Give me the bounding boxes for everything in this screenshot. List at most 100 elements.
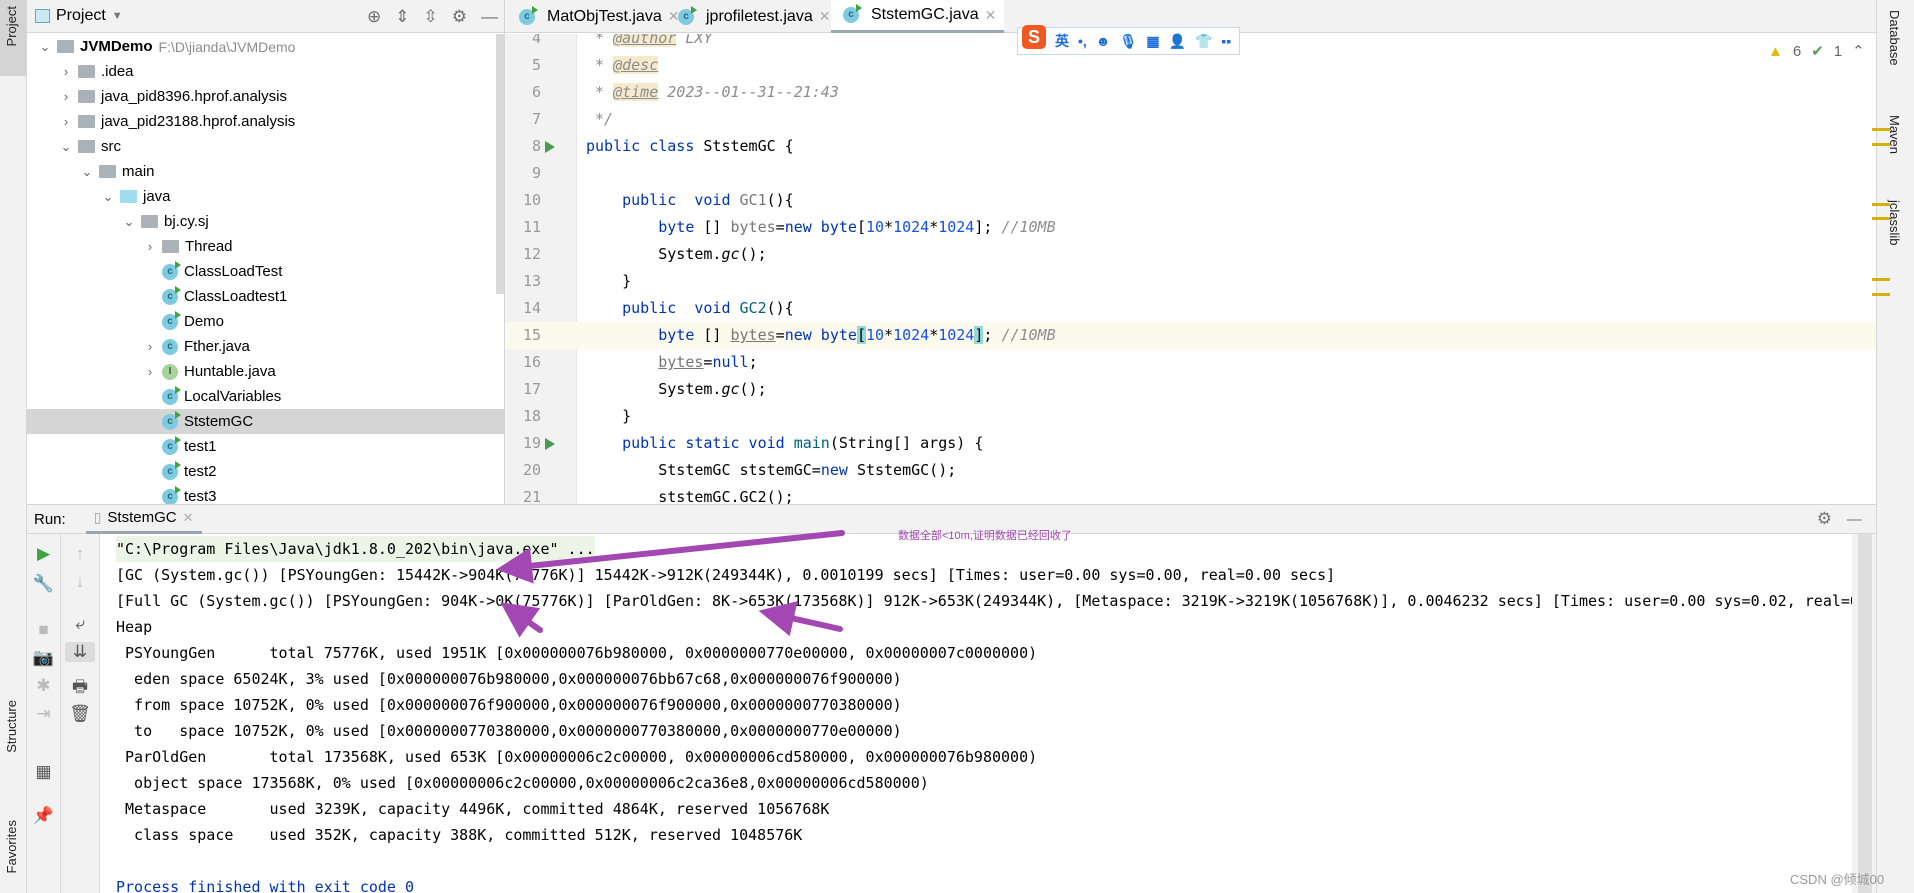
- tree-item[interactable]: c StstemGC: [27, 409, 504, 434]
- run-tab-ststemgc[interactable]: ▯ StstemGC ✕: [85, 504, 202, 534]
- tree-item[interactable]: ⌄ bj.cy.sj: [27, 209, 504, 234]
- chevron-right-icon[interactable]: ›: [142, 239, 158, 254]
- tree-item[interactable]: › I Huntable.java: [27, 359, 504, 384]
- gear-icon[interactable]: ⚙: [452, 7, 467, 27]
- tree-item[interactable]: c test1: [27, 434, 504, 459]
- maven-tool-button[interactable]: Maven: [1887, 115, 1902, 154]
- ime-punctuation[interactable]: •,: [1078, 33, 1087, 49]
- warning-marker[interactable]: [1872, 203, 1890, 206]
- code-line[interactable]: 16 bytes=null;: [505, 349, 1876, 376]
- code-line[interactable]: 20 StstemGC ststemGC=new StstemGC();: [505, 457, 1876, 484]
- warning-marker[interactable]: [1872, 128, 1890, 131]
- chevron-right-icon[interactable]: ›: [142, 339, 158, 354]
- code-line[interactable]: 11 byte [] bytes=new byte[10*1024*1024];…: [505, 214, 1876, 241]
- code-line[interactable]: 7 */: [505, 106, 1876, 133]
- keyboard-icon[interactable]: ▦: [1146, 33, 1159, 50]
- chevron-down-icon[interactable]: ⌄: [79, 164, 95, 180]
- tree-item[interactable]: ⌄ java: [27, 184, 504, 209]
- expand-all-icon[interactable]: ⇕: [395, 7, 409, 27]
- code-line[interactable]: 19 public static void main(String[] args…: [505, 430, 1876, 457]
- soft-wrap-icon[interactable]: ⤶: [61, 614, 99, 634]
- close-icon[interactable]: ✕: [985, 7, 997, 24]
- tree-item[interactable]: c ClassLoadTest: [27, 259, 504, 284]
- code-line[interactable]: 12 System.gc();: [505, 241, 1876, 268]
- chevron-down-icon[interactable]: ⌄: [58, 139, 74, 155]
- tab-jprofiletest[interactable]: c jprofiletest.java ✕: [666, 0, 838, 33]
- tree-item[interactable]: ⌄ main: [27, 159, 504, 184]
- toolbox-icon[interactable]: ▪▪: [1221, 33, 1231, 49]
- gear-icon[interactable]: ⚙: [1817, 509, 1832, 529]
- favorites-tool-button[interactable]: Favorites: [4, 820, 19, 873]
- warning-marker[interactable]: [1872, 293, 1890, 296]
- close-icon[interactable]: ✕: [819, 8, 831, 25]
- exit-icon[interactable]: ⇥: [27, 704, 60, 724]
- tree-item[interactable]: c LocalVariables: [27, 384, 504, 409]
- close-icon[interactable]: ✕: [183, 510, 194, 526]
- warning-marker[interactable]: [1872, 143, 1890, 146]
- structure-tool-button[interactable]: Structure: [4, 700, 19, 753]
- code-line[interactable]: 21 ststemGC.GC2();: [505, 484, 1876, 504]
- emoji-icon[interactable]: ☻: [1096, 33, 1111, 49]
- code-line[interactable]: 6 * @time 2023--01--31--21:43: [505, 79, 1876, 106]
- project-scrollbar[interactable]: [496, 34, 504, 294]
- layout-icon[interactable]: ▦: [27, 762, 60, 782]
- code-line[interactable]: 14 public void GC2(){: [505, 295, 1876, 322]
- collapse-all-icon[interactable]: ⇳: [424, 7, 438, 27]
- code-line[interactable]: 10 public void GC1(){: [505, 187, 1876, 214]
- code-line[interactable]: 17 System.gc();: [505, 376, 1876, 403]
- wrench-icon[interactable]: 🔧: [27, 574, 60, 594]
- up-arrow-icon[interactable]: ↑: [61, 544, 99, 564]
- run-gutter-icon[interactable]: [545, 438, 555, 450]
- project-tool-button[interactable]: Project: [0, 0, 26, 76]
- tree-item[interactable]: c Demo: [27, 309, 504, 334]
- run-gutter-icon[interactable]: [545, 141, 555, 153]
- microphone-icon[interactable]: 🎙: [1120, 33, 1138, 50]
- console-output[interactable]: "C:\Program Files\Java\jdk1.8.0_202\bin\…: [100, 534, 1876, 893]
- chevron-right-icon[interactable]: ›: [142, 364, 158, 379]
- trash-icon[interactable]: 🗑: [61, 704, 99, 724]
- print-icon[interactable]: 🖶: [61, 674, 99, 703]
- tree-item[interactable]: ⌄ src: [27, 134, 504, 159]
- sogou-logo-icon[interactable]: S: [1022, 25, 1046, 49]
- chevron-right-icon[interactable]: ›: [58, 114, 74, 129]
- rerun-icon[interactable]: ▶: [27, 544, 60, 564]
- bug-icon[interactable]: ✱: [27, 676, 60, 696]
- code-line[interactable]: 5 * @desc: [505, 52, 1876, 79]
- chevron-down-icon[interactable]: ⌄: [121, 214, 137, 230]
- warning-marker[interactable]: [1872, 217, 1890, 220]
- chevron-down-icon[interactable]: ⌄: [37, 39, 53, 55]
- ime-language[interactable]: 英: [1055, 31, 1069, 51]
- inspection-widget[interactable]: ▲6 ✔1 ⌃ ⌄: [1768, 42, 1887, 61]
- warning-marker[interactable]: [1872, 278, 1890, 281]
- tree-item[interactable]: › c Fther.java: [27, 334, 504, 359]
- chevron-down-icon[interactable]: ▼: [112, 10, 123, 22]
- stop-icon[interactable]: ■: [27, 620, 60, 640]
- hide-icon[interactable]: —: [481, 7, 498, 27]
- code-line[interactable]: 18 }: [505, 403, 1876, 430]
- project-view-selector[interactable]: Project: [56, 7, 106, 25]
- tree-item[interactable]: c ClassLoadtest1: [27, 284, 504, 309]
- camera-icon[interactable]: 📷: [27, 648, 60, 668]
- database-tool-button[interactable]: Database: [1887, 10, 1902, 66]
- tree-item[interactable]: › .idea: [27, 59, 504, 84]
- tree-item[interactable]: c test2: [27, 459, 504, 484]
- tree-item[interactable]: › java_pid23188.hprof.analysis: [27, 109, 504, 134]
- chevron-right-icon[interactable]: ›: [58, 64, 74, 79]
- chevron-down-icon[interactable]: ⌄: [100, 189, 116, 205]
- jclasslib-tool-button[interactable]: jclasslib: [1887, 200, 1902, 246]
- code-line[interactable]: 13 }: [505, 268, 1876, 295]
- locate-icon[interactable]: ⊕: [367, 7, 381, 27]
- previous-highlight-icon[interactable]: ⌃: [1852, 42, 1865, 60]
- pin-icon[interactable]: 📌: [27, 806, 60, 826]
- tree-item[interactable]: ⌄ JVMDemo F:\D\jianda\JVMDemo: [27, 34, 504, 59]
- code-editor[interactable]: 4 * @author LXY 5 * @desc 6 * @time 2023--…: [505, 34, 1876, 504]
- tab-matobjtest[interactable]: c MatObjTest.java ✕: [507, 0, 687, 33]
- code-line[interactable]: 15 byte [] bytes=new byte[10*1024*1024];…: [505, 322, 1876, 349]
- user-icon[interactable]: 👤: [1169, 33, 1186, 50]
- down-arrow-icon[interactable]: ↓: [61, 572, 99, 592]
- code-line[interactable]: 9: [505, 160, 1876, 187]
- scroll-to-end-icon[interactable]: ⇊: [65, 642, 95, 662]
- chevron-right-icon[interactable]: ›: [58, 89, 74, 104]
- skin-shirt-icon[interactable]: 👕: [1195, 33, 1212, 50]
- tree-item[interactable]: › Thread: [27, 234, 504, 259]
